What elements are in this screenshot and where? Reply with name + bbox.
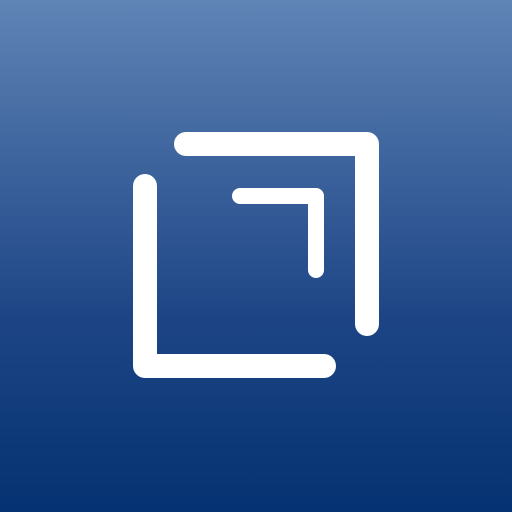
nested-corner-brackets-icon bbox=[133, 132, 379, 378]
inner-top-right-bracket bbox=[232, 188, 324, 278]
bottom-left-bracket bbox=[133, 174, 336, 378]
app-icon-tile bbox=[0, 0, 512, 512]
top-right-bracket bbox=[174, 132, 379, 336]
